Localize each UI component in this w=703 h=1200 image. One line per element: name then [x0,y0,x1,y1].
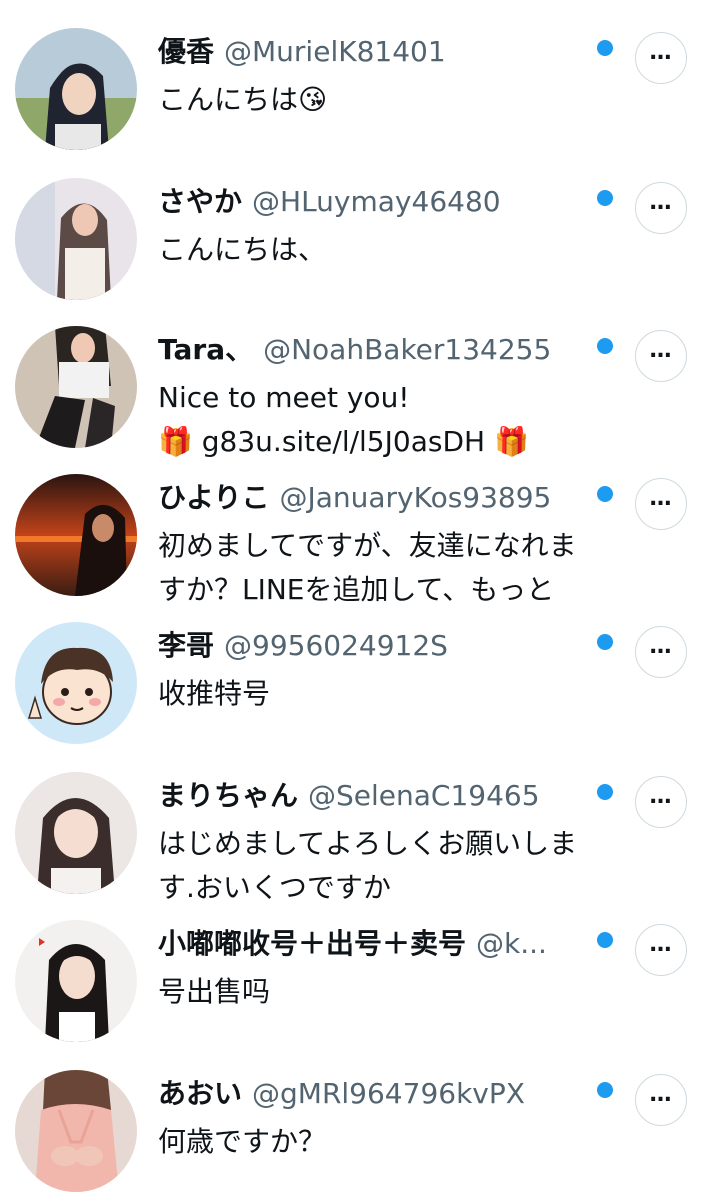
conversation-header: Tara、 @NoahBaker134255 [158,330,588,370]
message-line: 收推特号 [158,677,271,710]
cartoon-boy-avatar-icon [15,622,137,744]
message-line: Nice to meet you! [158,381,410,414]
user-handle: @SelenaC19465 [308,779,540,812]
more-options-button[interactable]: … [635,330,687,382]
display-name: 優香 [158,35,215,68]
message-preview: 初めましてですが、友達になれま すか？LINEを追加して、もっと [158,524,618,612]
unread-dot-icon [597,784,613,800]
message-preview: 何歳ですか？ [158,1120,618,1164]
message-line: 号出售吗 [158,975,271,1008]
conversation-header: さやか @HLuymay46480 [158,182,588,222]
more-options-button[interactable]: … [635,626,687,678]
user-handle: @MurielK81401 [224,35,446,68]
message-row[interactable]: 優香 @MurielK81401 こんにちは😘 … [0,28,703,150]
message-line: 何歳ですか？ [158,1125,327,1158]
display-name: まりちゃん [158,779,299,812]
message-line: すか？LINEを追加して、もっと [158,573,555,606]
more-options-button[interactable]: … [635,776,687,828]
avatar[interactable] [15,920,137,1042]
message-row[interactable]: あおい @gMRl964796kvPX 何歳ですか？ … [0,1070,703,1200]
more-options-button[interactable]: … [635,478,687,530]
woman-photo-avatar-icon [15,1070,137,1192]
display-name: Tara、 [158,333,254,366]
message-row[interactable]: さやか @HLuymay46480 こんにちは、 … [0,178,703,300]
more-icon: … [649,784,673,809]
unread-dot-icon [597,486,613,502]
display-name: さやか [158,185,243,218]
message-line: はじめましてよろしくお願いしま [158,827,578,860]
user-handle: @NoahBaker134255 [263,333,552,366]
message-row[interactable]: ひよりこ @JanuaryKos93895 初めましてですが、友達になれま すか？… [0,474,703,614]
woman-photo-avatar-icon [15,326,137,448]
message-preview: こんにちは、 [158,228,618,272]
avatar[interactable] [15,28,137,150]
unread-dot-icon [597,1082,613,1098]
unread-dot-icon [597,338,613,354]
unread-dot-icon [597,932,613,948]
message-line: こんにちは、 [158,233,327,266]
avatar[interactable] [15,326,137,448]
more-icon: … [649,932,673,957]
more-options-button[interactable]: … [635,182,687,234]
more-icon: … [649,190,673,215]
message-row[interactable]: 小嘟嘟收号＋出号＋卖号 @k... 号出售吗 … [0,920,703,1050]
display-name: 李哥 [158,629,215,662]
message-line: こんにちは😘 [158,83,328,116]
message-preview: 号出售吗 [158,970,618,1014]
unread-dot-icon [597,634,613,650]
display-name: 小嘟嘟收号＋出号＋卖号 [158,927,467,960]
anime-girl-avatar-icon [15,28,137,150]
conversation-header: あおい @gMRl964796kvPX [158,1074,588,1114]
conversation-header: 優香 @MurielK81401 [158,32,588,72]
message-preview: Nice to meet you! 🎁 g83u.site/l/l5J0asDH… [158,376,618,464]
message-preview: こんにちは😘 [158,78,618,122]
woman-photo-avatar-icon [15,772,137,894]
message-row[interactable]: Tara、 @NoahBaker134255 Nice to meet you! … [0,326,703,466]
message-list: 優香 @MurielK81401 こんにちは😘 … さやか @HLuymay4648… [0,0,703,1200]
conversation-header: 小嘟嘟收号＋出号＋卖号 @k... [158,924,588,964]
conversation-header: ひよりこ @JanuaryKos93895 [158,478,588,518]
message-line: す.おいくつですか [158,871,391,904]
more-options-button[interactable]: … [635,1074,687,1126]
message-line: 🎁 g83u.site/l/l5J0asDH 🎁 [158,425,529,458]
more-icon: … [649,634,673,659]
more-options-button[interactable]: … [635,924,687,976]
user-handle: @k... [476,927,547,960]
message-row[interactable]: まりちゃん @SelenaC19465 はじめましてよろしくお願いしま す.おいく… [0,772,703,912]
more-icon: … [649,1082,673,1107]
user-handle: @JanuaryKos93895 [279,481,552,514]
user-handle: @HLuymay46480 [252,185,501,218]
avatar[interactable] [15,772,137,894]
more-options-button[interactable]: … [635,32,687,84]
avatar[interactable] [15,178,137,300]
message-preview: 收推特号 [158,672,618,716]
more-icon: … [649,40,673,65]
display-name: ひよりこ [158,481,270,514]
unread-dot-icon [597,190,613,206]
conversation-header: 李哥 @9956024912S [158,626,588,666]
more-icon: … [649,486,673,511]
sunset-woman-avatar-icon [15,474,137,596]
unread-dot-icon [597,40,613,56]
woman-photo-avatar-icon [15,178,137,300]
message-line: 初めましてですが、友達になれま [158,529,577,562]
more-icon: … [649,338,673,363]
avatar[interactable] [15,622,137,744]
woman-photo-avatar-icon [15,920,137,1042]
user-handle: @gMRl964796kvPX [252,1077,525,1110]
display-name: あおい [158,1077,243,1110]
conversation-header: まりちゃん @SelenaC19465 [158,776,588,816]
message-row[interactable]: 李哥 @9956024912S 收推特号 … [0,622,703,752]
user-handle: @9956024912S [224,629,448,662]
avatar[interactable] [15,474,137,596]
message-preview: はじめましてよろしくお願いしま す.おいくつですか [158,822,618,910]
avatar[interactable] [15,1070,137,1192]
